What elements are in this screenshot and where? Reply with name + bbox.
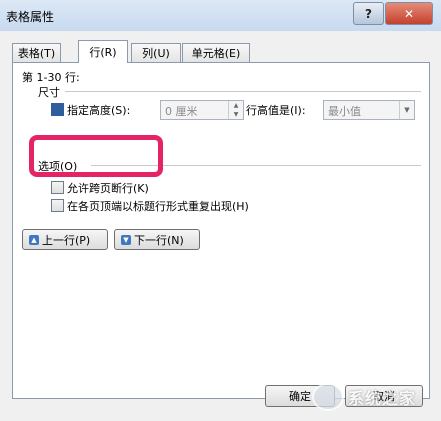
prev-row-label: 上一行(P): [42, 233, 91, 247]
watermark-text: 系统之家: [348, 389, 417, 408]
stepper-arrows[interactable]: ▲ ▼: [228, 101, 243, 119]
window-titlebar: 表格属性 ? ✕: [0, 0, 441, 32]
repeat-header-label: 在各页顶端以标题行形式重复出现(H): [67, 200, 249, 213]
tab-column[interactable]: 列(U): [131, 43, 181, 62]
highlight-annotation: [29, 135, 163, 177]
row-height-is-label: 行高值是(I):: [246, 104, 306, 117]
allow-break-label: 允许跨页断行(K): [67, 182, 149, 195]
row-height-mode-value: 最小值: [328, 105, 361, 118]
tab-table[interactable]: 表格(T): [12, 43, 61, 62]
allow-break-checkbox[interactable]: [51, 181, 64, 194]
help-icon: ?: [365, 6, 372, 21]
close-button[interactable]: ✕: [385, 2, 433, 25]
arrow-down-icon: ▼: [121, 234, 131, 245]
specify-height-label: 指定高度(S):: [67, 104, 131, 117]
window-title: 表格属性: [6, 10, 55, 24]
next-row-button[interactable]: ▼ 下一行(N): [114, 229, 200, 250]
row-height-mode-select[interactable]: 最小值 ▼: [323, 100, 415, 120]
close-icon: ✕: [403, 6, 415, 21]
tab-label: 行(R): [89, 46, 117, 59]
height-value: 0 厘米: [165, 105, 198, 118]
spin-up-icon[interactable]: ▲: [229, 101, 243, 110]
height-stepper[interactable]: 0 厘米 ▲ ▼: [160, 100, 244, 120]
tab-label: 列(U): [142, 47, 170, 60]
tab-label: 单元格(E): [191, 47, 241, 60]
watermark: 系统之家: [312, 380, 437, 414]
dialog-body: 表格(T) 行(R) 列(U) 单元格(E) 第 1-30 行: 尺寸 指定高度…: [0, 31, 441, 421]
ok-label: 确定: [289, 390, 311, 403]
tab-row[interactable]: 行(R): [78, 40, 128, 63]
prev-row-button[interactable]: ▲ 上一行(P): [22, 229, 108, 250]
spin-down-icon[interactable]: ▼: [229, 110, 243, 119]
row-tab-panel: 第 1-30 行: 尺寸 指定高度(S): 0 厘米 ▲ ▼ 行高值是(I): …: [12, 62, 430, 399]
watermark-logo-icon: [312, 383, 344, 411]
repeat-header-checkbox[interactable]: [51, 199, 64, 212]
size-divider: [65, 91, 421, 92]
chevron-down-icon[interactable]: ▼: [399, 101, 414, 119]
tab-label: 表格(T): [17, 47, 56, 60]
help-button[interactable]: ?: [353, 2, 384, 25]
size-section-label: 尺寸: [38, 86, 60, 99]
rows-range-label: 第 1-30 行:: [22, 71, 80, 84]
arrow-up-icon: ▲: [29, 234, 39, 245]
next-row-label: 下一行(N): [134, 233, 184, 247]
specify-height-checkbox[interactable]: [51, 103, 64, 116]
tab-cell[interactable]: 单元格(E): [182, 43, 250, 62]
